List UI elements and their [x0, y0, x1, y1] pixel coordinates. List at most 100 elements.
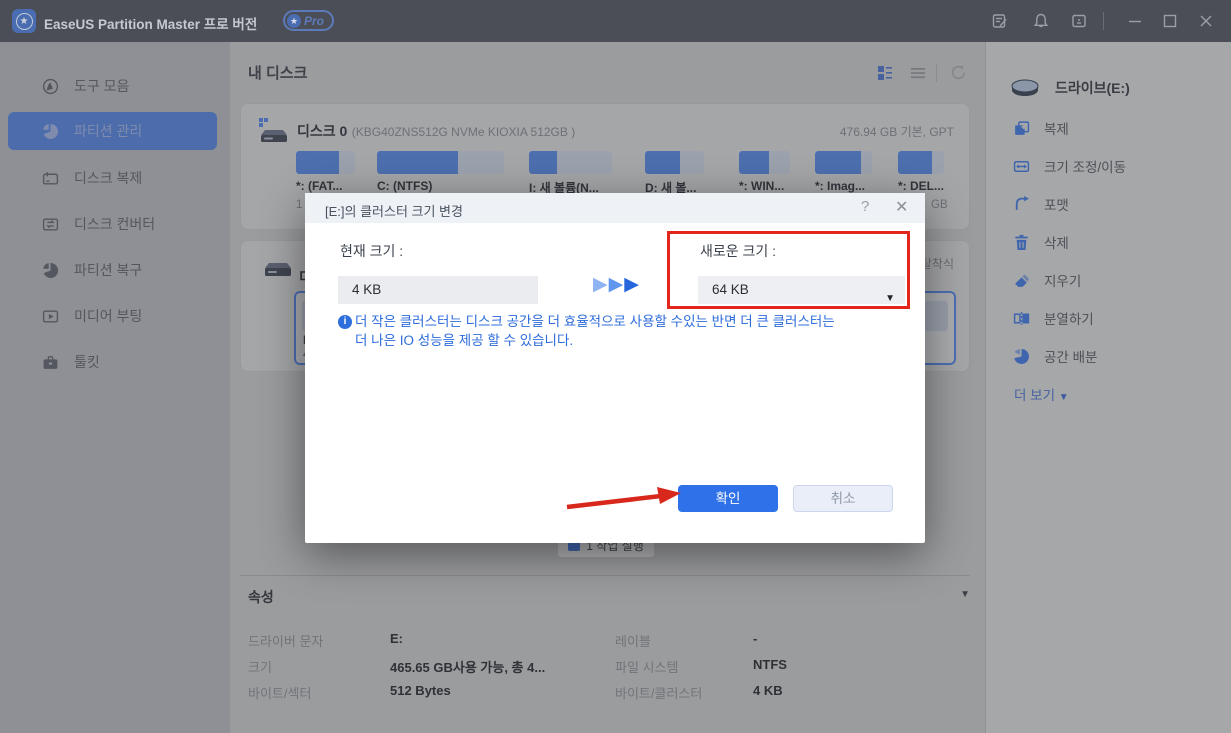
- partition-bar[interactable]: [645, 151, 704, 174]
- sidebar-item-partition-recovery[interactable]: 파티션 복구: [0, 256, 230, 284]
- partition-bar[interactable]: [296, 151, 355, 174]
- title-bar: ★ EaseUS Partition Master 프로 버전 ★ Pro: [0, 0, 1231, 42]
- eraser-icon: [1013, 272, 1030, 289]
- clone-icon: [1013, 120, 1030, 137]
- dialog-header: [E:]의 클러스터 크기 변경 ? ✕: [305, 193, 925, 223]
- partition-label: *: DEL...: [898, 179, 944, 193]
- notification-bell-icon[interactable]: [1031, 11, 1051, 31]
- app-logo-icon: ★: [12, 9, 36, 33]
- sidebar-item-toolbox[interactable]: 도구 모음: [0, 72, 230, 100]
- prop-value: 512 Bytes: [390, 683, 451, 698]
- dialog-title: [E:]의 클러스터 크기 변경: [325, 201, 463, 220]
- prop-value: 4 KB: [753, 683, 783, 698]
- prop-value: E:: [390, 631, 403, 646]
- current-size-label: 현재 크기 :: [340, 241, 403, 261]
- prop-value: -: [753, 631, 757, 646]
- transition-arrows-icon: ▶▶▶: [593, 273, 640, 296]
- disk0-name: 디스크 0: [297, 123, 347, 139]
- feedback-note-icon[interactable]: [990, 11, 1010, 31]
- sidebar-item-disk-clone[interactable]: 디스크 복제: [0, 164, 230, 192]
- compass-icon: [42, 78, 59, 95]
- pro-star-icon: ★: [287, 14, 301, 28]
- sidebar-item-disk-converter[interactable]: 디스크 컨버터: [0, 210, 230, 238]
- maximize-button[interactable]: [1160, 11, 1180, 31]
- prop-label: 바이트/클러스터: [615, 683, 702, 702]
- list-view-toggle[interactable]: [910, 65, 926, 86]
- action-split[interactable]: 분열하기: [1013, 308, 1094, 328]
- toolkit-briefcase-icon: [42, 354, 59, 371]
- split-icon: [1013, 310, 1030, 327]
- minimize-button[interactable]: [1125, 11, 1145, 31]
- properties-collapse-caret[interactable]: ▼: [960, 589, 970, 600]
- partition-bar[interactable]: [815, 151, 872, 174]
- partition-label: *: Imag...: [815, 179, 865, 193]
- info-icon: i: [338, 315, 352, 329]
- format-icon: [1013, 196, 1030, 213]
- app-title: EaseUS Partition Master 프로 버전: [44, 13, 257, 33]
- page-title: 내 디스크: [248, 62, 307, 83]
- pie-chart-icon: [42, 123, 59, 140]
- partition-label: C: (NTFS): [377, 179, 432, 193]
- prop-label: 레이블: [615, 631, 651, 650]
- left-sidebar: 도구 모음 파티션 관리 디스크 복제 디스크 컨버터 파티션 복구 미디어 부…: [0, 42, 230, 733]
- titlebar-separator: [1103, 12, 1104, 30]
- sidebar-item-partition-manager[interactable]: 파티션 관리: [8, 112, 217, 150]
- sidebar-item-media-boot[interactable]: 미디어 부팅: [0, 302, 230, 330]
- disk0-model: (KBG40ZNS512G NVMe KIOXIA 512GB ): [352, 125, 575, 139]
- info-text: 더 작은 클러스터는 디스크 공간을 더 효율적으로 사용할 수있는 반면 더 …: [355, 312, 900, 350]
- more-caret-icon: ▼: [1059, 392, 1069, 403]
- partition-label: *: WIN...: [739, 179, 784, 193]
- more-actions-link[interactable]: 더 보기 ▼: [1014, 384, 1069, 404]
- action-delete[interactable]: 삭제: [1013, 232, 1069, 252]
- action-resize-move[interactable]: 크기 조정/이동: [1013, 156, 1126, 176]
- pro-badge: ★ Pro: [283, 10, 334, 31]
- trash-icon: [1013, 234, 1030, 251]
- selected-drive-header: 드라이브(E:): [1011, 78, 1130, 98]
- partition-bar[interactable]: [529, 151, 612, 174]
- disk1-drive-icon: [263, 263, 293, 290]
- partition-bar[interactable]: [377, 151, 504, 174]
- partition-bar[interactable]: [898, 151, 944, 174]
- action-allocate-space[interactable]: 공간 배분: [1013, 346, 1097, 366]
- tray-widget-icon[interactable]: [1069, 11, 1089, 31]
- cancel-button[interactable]: 취소: [793, 485, 893, 512]
- allocate-pie-icon: [1013, 348, 1030, 365]
- partition-bar[interactable]: [739, 151, 790, 174]
- disk0-drive-icon: [259, 118, 289, 149]
- current-size-field[interactable]: 4 KB: [338, 276, 538, 304]
- partition-size-fragment: 1: [296, 199, 302, 211]
- refresh-icon[interactable]: [950, 64, 967, 86]
- partition-size-fragment: GB: [931, 199, 948, 211]
- close-button[interactable]: [1196, 11, 1216, 31]
- prop-value: NTFS: [753, 657, 787, 672]
- prop-value: 465.65 GB사용 가능, 총 4...: [390, 657, 545, 676]
- resize-move-icon: [1013, 158, 1030, 175]
- disk1-info-fragment: 탈착식: [921, 255, 954, 272]
- grid-view-toggle[interactable]: [877, 65, 893, 86]
- action-format[interactable]: 포맷: [1013, 194, 1069, 214]
- annotation-red-arrow: [563, 483, 683, 517]
- prop-label: 바이트/섹터: [248, 683, 311, 702]
- prop-label: 파일 시스템: [615, 657, 678, 676]
- disk-clone-icon: [42, 170, 59, 187]
- partition-recovery-icon: [42, 262, 59, 279]
- disk0-info: 476.94 GB 기본, GPT: [840, 123, 954, 140]
- disk-converter-icon: [42, 216, 59, 233]
- right-action-panel: 드라이브(E:) 복제 크기 조정/이동 포맷 삭제 지우기: [985, 42, 1231, 733]
- dialog-close-button[interactable]: ✕: [895, 197, 908, 217]
- new-size-dropdown[interactable]: 64 KB ▼: [698, 276, 905, 304]
- ok-button[interactable]: 확인: [678, 485, 778, 512]
- dialog-help-button[interactable]: ?: [861, 198, 869, 215]
- prop-label: 크기: [248, 657, 272, 676]
- drive-3d-icon: [1011, 79, 1039, 97]
- view-separator: [936, 64, 937, 82]
- properties-panel: 속성 ▼ 드라이버 문자 E: 레이블 - 크기 465.65 GB사용 가능,…: [240, 575, 970, 576]
- partition-label: *: (FAT...: [296, 179, 342, 193]
- properties-title: 속성: [248, 587, 274, 607]
- media-boot-icon: [42, 308, 59, 325]
- action-clone[interactable]: 복제: [1013, 118, 1069, 138]
- new-size-label: 새로운 크기 :: [700, 241, 776, 261]
- sidebar-item-toolkit[interactable]: 툴킷: [0, 348, 230, 376]
- action-wipe[interactable]: 지우기: [1013, 270, 1081, 290]
- prop-label: 드라이버 문자: [248, 631, 323, 650]
